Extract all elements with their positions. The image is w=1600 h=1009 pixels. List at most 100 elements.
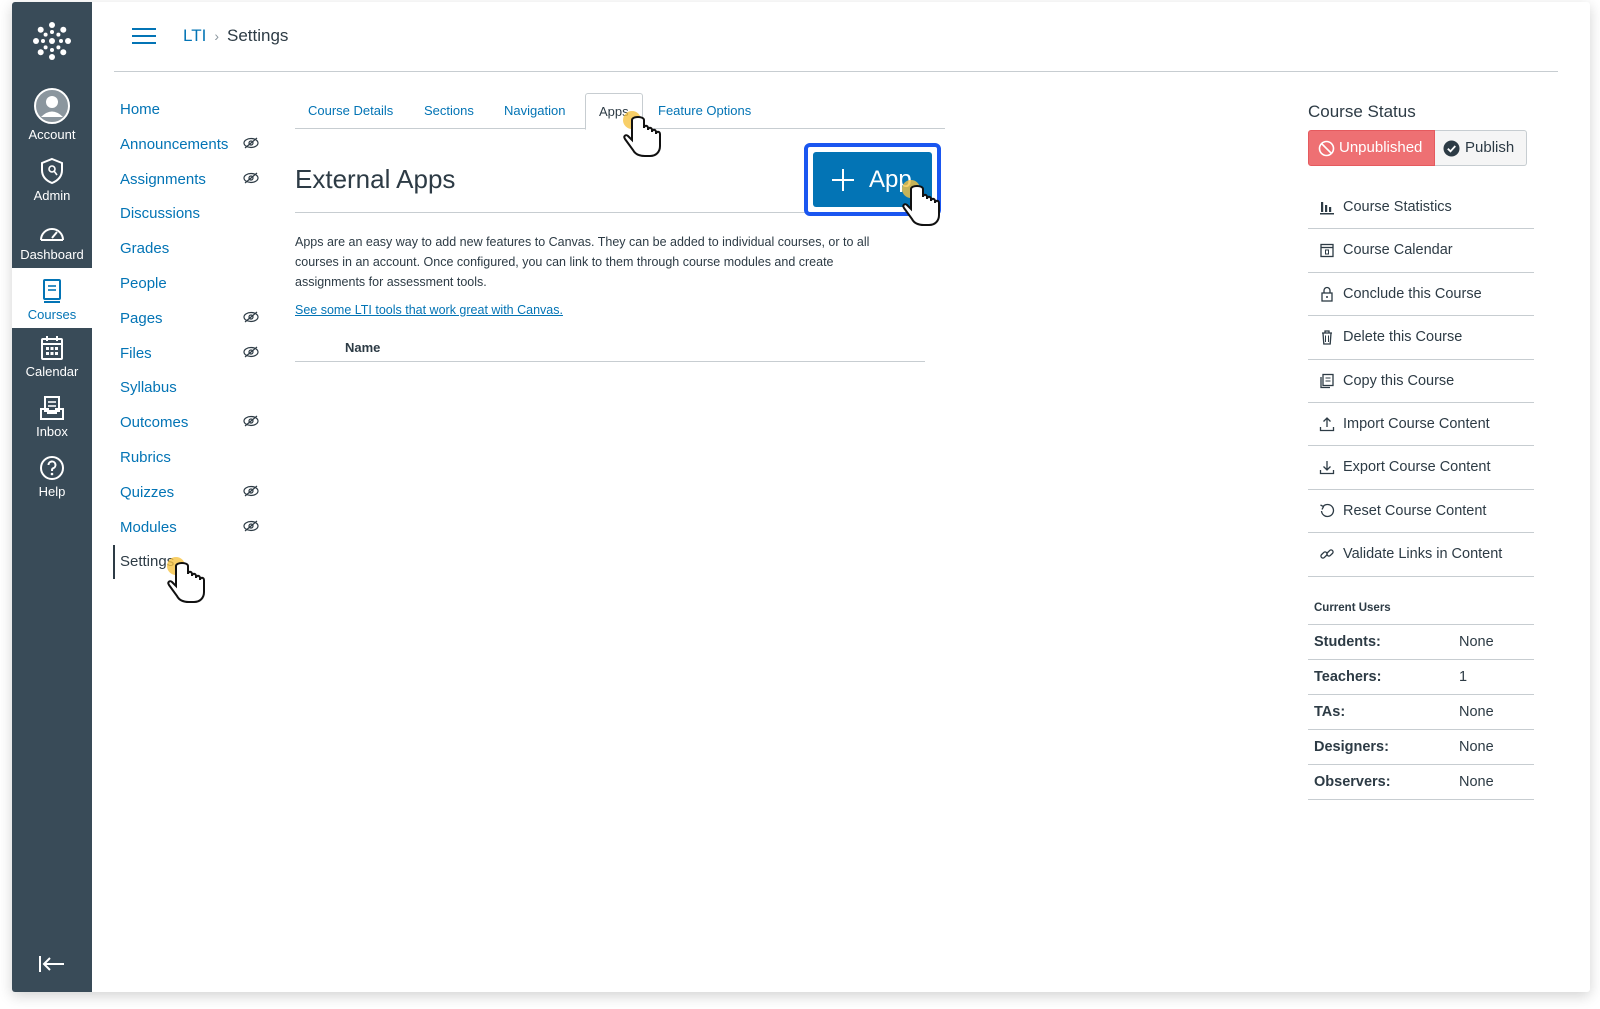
- global-nav-account-label: Account: [28, 127, 76, 142]
- tab-apps[interactable]: Apps: [585, 93, 643, 130]
- name-column-header[interactable]: Name: [345, 340, 380, 355]
- current-users-table: Students: None Teachers: 1 TAs: None Design…: [1308, 624, 1534, 800]
- global-nav-courses-label: Courses: [27, 307, 77, 322]
- global-nav-dashboard[interactable]: Dashboard: [12, 222, 92, 262]
- page-header: LTI › Settings: [114, 2, 1558, 72]
- lti-tools-link[interactable]: See some LTI tools that work great with …: [295, 303, 563, 317]
- reset-icon: [1320, 503, 1335, 517]
- add-app-label: App: [869, 166, 912, 193]
- inbox-icon: [40, 396, 64, 420]
- canvas-logo-icon[interactable]: [30, 19, 74, 63]
- course-nav-files[interactable]: Files: [113, 343, 273, 378]
- course-nav-settings[interactable]: Settings: [113, 545, 273, 580]
- app-window: Account Admin Dashboard Courses Calendar…: [12, 2, 1590, 992]
- action-import-content[interactable]: Import Course Content: [1308, 403, 1534, 447]
- action-export-content[interactable]: Export Course Content: [1308, 446, 1534, 490]
- upload-icon: [1319, 417, 1335, 432]
- role-count: 1: [1459, 669, 1468, 685]
- action-label: Reset Course Content: [1343, 502, 1487, 519]
- unpublished-icon: [1318, 140, 1335, 157]
- hamburger-menu-icon[interactable]: [132, 28, 156, 46]
- course-nav-assignments-label: Assignments: [120, 170, 206, 188]
- action-copy-course[interactable]: Copy this Course: [1308, 360, 1534, 403]
- collapse-nav-icon[interactable]: [38, 954, 66, 974]
- course-nav-settings-label: Settings: [120, 553, 175, 571]
- account-icon: [34, 88, 70, 124]
- global-nav-dashboard-label: Dashboard: [20, 247, 84, 262]
- calendar-icon: [1320, 244, 1334, 258]
- global-nav-courses[interactable]: Courses: [12, 268, 92, 328]
- hidden-eye-icon: [243, 346, 259, 358]
- course-actions-list: Course Statistics Course Calendar Conclu…: [1308, 186, 1534, 577]
- page-title: External Apps: [295, 164, 456, 194]
- global-nav-account[interactable]: Account: [12, 88, 92, 142]
- link-icon: [1320, 549, 1334, 559]
- course-nav-grades[interactable]: Grades: [113, 238, 273, 273]
- course-nav-discussions[interactable]: Discussions: [113, 203, 273, 238]
- course-nav-people-label: People: [120, 274, 167, 292]
- courses-icon: [43, 279, 61, 303]
- course-nav-syllabus[interactable]: Syllabus: [113, 377, 273, 412]
- action-course-calendar[interactable]: Course Calendar: [1308, 229, 1534, 273]
- apps-table-header: Name: [295, 340, 925, 362]
- tab-feature-options[interactable]: Feature Options: [645, 93, 764, 129]
- publish-check-icon: [1443, 140, 1460, 157]
- tab-navigation[interactable]: Navigation: [491, 93, 578, 129]
- lock-icon: [1321, 286, 1333, 302]
- settings-tabs: Course Details Sections Navigation Apps …: [295, 93, 945, 130]
- hidden-eye-icon: [243, 311, 259, 323]
- bar-chart-icon: [1320, 202, 1334, 215]
- course-nav-people[interactable]: People: [113, 273, 273, 308]
- download-icon: [1319, 461, 1335, 475]
- breadcrumb-current: Settings: [226, 26, 289, 45]
- course-nav-modules-label: Modules: [120, 518, 177, 536]
- publish-button[interactable]: Publish: [1435, 130, 1527, 166]
- breadcrumb-separator-icon: ›: [214, 28, 219, 44]
- course-nav-pages[interactable]: Pages: [113, 308, 273, 343]
- course-nav-outcomes[interactable]: Outcomes: [113, 412, 273, 447]
- add-app-button[interactable]: App: [813, 152, 932, 207]
- course-nav-rubrics-label: Rubrics: [120, 448, 171, 466]
- global-nav-admin[interactable]: Admin: [12, 157, 92, 203]
- action-reset-content[interactable]: Reset Course Content: [1308, 490, 1534, 534]
- hidden-eye-icon: [243, 485, 259, 497]
- global-nav-inbox[interactable]: Inbox: [12, 395, 92, 439]
- course-nav-announcements-label: Announcements: [120, 135, 229, 153]
- course-nav-quizzes[interactable]: Quizzes: [113, 482, 273, 517]
- current-users-row: Students: None: [1308, 625, 1534, 660]
- course-nav-home[interactable]: Home: [113, 99, 273, 134]
- role-count: None: [1459, 774, 1494, 790]
- role-count: None: [1459, 739, 1494, 755]
- action-delete-course[interactable]: Delete this Course: [1308, 316, 1534, 360]
- global-nav-calendar[interactable]: Calendar: [12, 335, 92, 379]
- current-users-row: Designers: None: [1308, 730, 1534, 765]
- action-course-statistics[interactable]: Course Statistics: [1308, 186, 1534, 230]
- trash-icon: [1322, 330, 1332, 345]
- action-conclude-course[interactable]: Conclude this Course: [1308, 273, 1534, 317]
- current-users-row: TAs: None: [1308, 695, 1534, 730]
- course-navigation: Home Announcements Assignments Discussio…: [113, 99, 273, 580]
- global-nav-help[interactable]: Help: [12, 455, 92, 499]
- role-label: Observers:: [1314, 774, 1391, 790]
- role-count: None: [1459, 704, 1494, 720]
- hidden-eye-icon: [243, 415, 259, 427]
- action-label: Course Calendar: [1343, 242, 1453, 259]
- action-label: Delete this Course: [1343, 329, 1463, 346]
- admin-shield-icon: [41, 157, 63, 185]
- unpublished-button[interactable]: Unpublished: [1308, 130, 1435, 166]
- course-nav-outcomes-label: Outcomes: [120, 414, 189, 432]
- help-icon: [40, 456, 64, 480]
- breadcrumb-course-link[interactable]: LTI: [183, 26, 206, 45]
- course-nav-syllabus-label: Syllabus: [120, 379, 177, 397]
- global-navigation: Account Admin Dashboard Courses Calendar…: [12, 2, 92, 992]
- add-app-highlight: App: [804, 143, 941, 216]
- tab-course-details[interactable]: Course Details: [295, 93, 406, 129]
- copy-icon: [1320, 373, 1334, 388]
- course-nav-announcements[interactable]: Announcements: [113, 134, 273, 169]
- hidden-eye-icon: [243, 520, 259, 532]
- action-validate-links[interactable]: Validate Links in Content: [1308, 533, 1534, 577]
- course-nav-rubrics[interactable]: Rubrics: [113, 447, 273, 482]
- course-nav-assignments[interactable]: Assignments: [113, 169, 273, 204]
- tab-sections[interactable]: Sections: [411, 93, 487, 129]
- hidden-eye-icon: [243, 172, 259, 184]
